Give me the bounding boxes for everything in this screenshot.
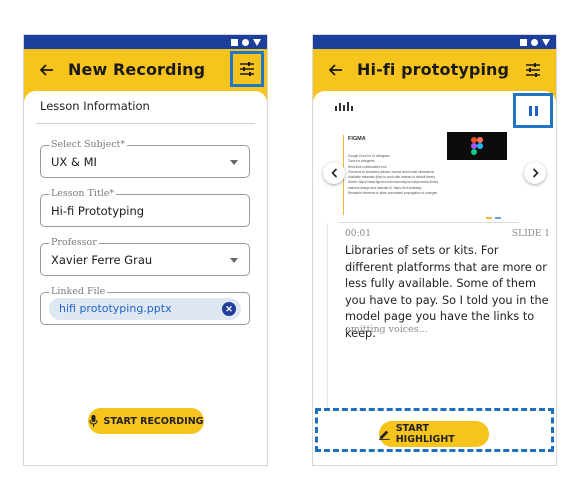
circle-icon [242,38,249,46]
square-icon [520,38,527,46]
back-arrow-icon [329,64,342,76]
timestamp: 00:01 [345,229,371,239]
field-value: Hi-fi Prototyping [51,204,145,218]
audio-row [313,93,556,128]
divider [36,123,255,124]
circle-icon [531,38,538,46]
triangle-icon [253,38,261,46]
subject-select[interactable]: Select Subject* UX & MI [40,139,250,178]
professor-select[interactable]: Professor Xavier Ferre Grau [40,237,250,276]
page-title: New Recording [68,60,206,79]
chevron-left-icon [330,168,337,178]
app-bar: Hi-fi prototyping [313,49,556,91]
new-recording-screen: New Recording Lesson Information Select … [23,34,268,466]
slide-bullet: Reusable elements to allow automated pro… [348,191,438,196]
field-value: Xavier Ferre Grau [51,253,153,267]
settings-button[interactable] [518,55,548,85]
next-slide-button[interactable] [524,162,546,184]
linked-file-field[interactable]: Linked File hifi prototyping.pptx ✕ [40,286,250,325]
button-label: START RECORDING [103,415,204,427]
back-button[interactable] [36,59,58,81]
field-label: Professor [49,237,99,248]
previous-slide-button[interactable] [323,162,345,184]
clear-icon[interactable]: ✕ [222,302,236,316]
field-label: Lesson Title* [49,188,117,199]
dropdown-caret-icon [230,160,238,165]
button-label: START HIGHLIGHT [395,423,455,445]
recording-screen: Hi-fi prototyping FIGMA Google Docs for … [312,34,557,466]
settings-button[interactable] [230,51,264,87]
square-icon [231,38,238,46]
tune-icon [240,62,254,76]
field-label: Select Subject* [49,139,128,150]
omitting-voices-status: omitting voices... [345,324,428,335]
figma-logo [447,132,507,160]
timeline-rule [327,223,328,408]
chevron-right-icon [532,168,539,178]
figma-icon [471,137,483,155]
tune-icon [526,63,540,77]
field-label: Linked File [49,286,108,297]
pause-icon [528,105,532,116]
section-title: Lesson Information [40,99,150,113]
app-bar: New Recording [24,49,267,91]
status-bar [24,35,267,49]
back-button[interactable] [325,59,347,81]
field-value: UX & MI [51,155,97,169]
start-highlight-button[interactable]: START HIGHLIGHT [379,421,489,447]
slide-preview[interactable]: FIGMA Google Docs for UI designers Tools… [339,129,519,223]
page-title: Hi-fi prototyping [357,60,510,79]
start-recording-button[interactable]: START RECORDING [88,408,204,434]
lesson-title-field[interactable]: Lesson Title* Hi-fi Prototyping [40,188,250,227]
slide-bullets: Google Docs for UI designers Tools for d… [348,154,458,196]
microphone-icon [89,415,98,427]
file-name: hifi prototyping.pptx [59,302,172,315]
pause-button[interactable] [513,93,553,128]
dropdown-caret-icon [230,258,238,263]
triangle-icon [542,38,550,46]
slide-label: SLIDE 1 [511,229,550,239]
status-bar [313,35,556,49]
waveform-icon [335,102,353,111]
transcript-meta: 00:01 SLIDE 1 [345,229,550,239]
back-arrow-icon [40,64,53,76]
slide-title: FIGMA [348,136,366,142]
pencil-icon [379,430,390,440]
file-chip[interactable]: hifi prototyping.pptx ✕ [49,298,241,320]
